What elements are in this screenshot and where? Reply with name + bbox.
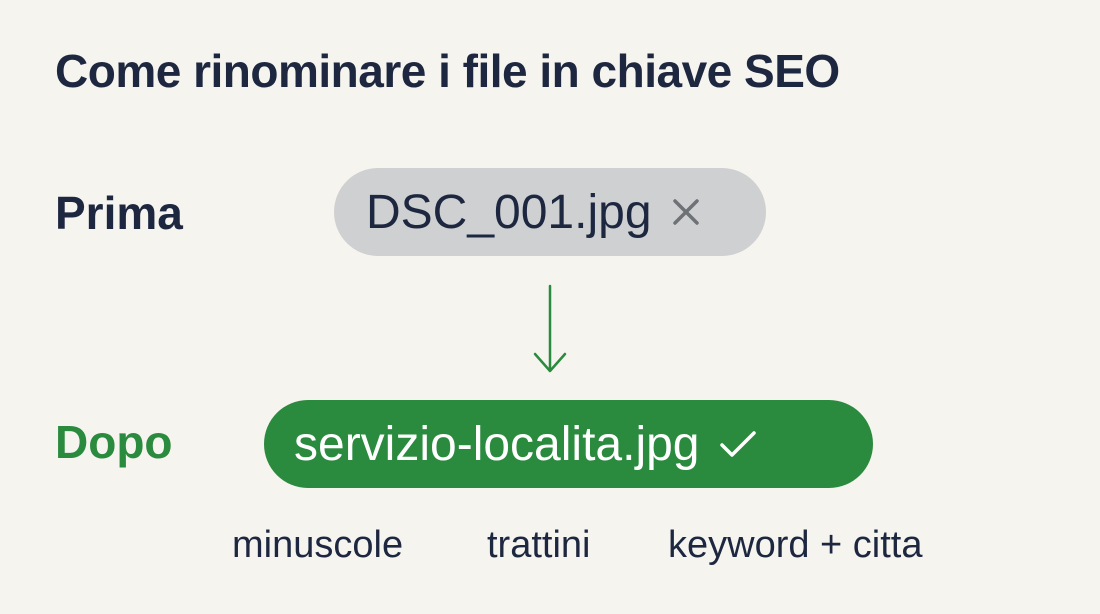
hint-hyphens: trattini (487, 524, 591, 566)
hint-keyword-city: keyword + citta (668, 524, 923, 566)
hint-lowercase: minuscole (232, 524, 404, 566)
before-filename: DSC_001.jpg (366, 185, 652, 239)
after-filename: servizio-localita.jpg (294, 417, 700, 471)
before-label: Prima (55, 187, 183, 239)
arrow-down-icon (530, 284, 570, 376)
after-label: Dopo (55, 416, 173, 468)
x-mark-icon (670, 196, 702, 228)
check-mark-icon (718, 428, 758, 460)
before-filename-pill: DSC_001.jpg (334, 168, 766, 256)
page-title: Come rinominare i file in chiave SEO (55, 45, 840, 97)
after-filename-pill: servizio-localita.jpg (264, 400, 873, 488)
